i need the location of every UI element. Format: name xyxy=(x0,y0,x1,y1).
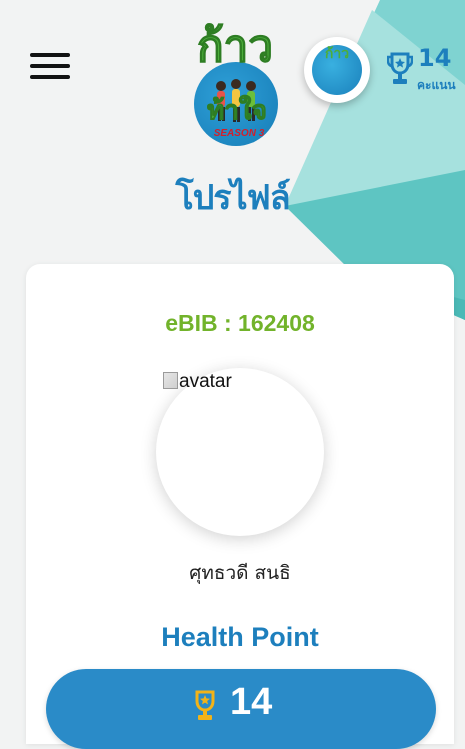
ebib-label: eBIB : 162408 xyxy=(165,310,315,336)
logo-title: ก้าว xyxy=(196,21,274,73)
health-point-badge: 14 xyxy=(46,669,436,749)
user-avatar-button[interactable]: ก้าว xyxy=(304,37,370,103)
score-unit-label: คะแนน xyxy=(417,78,456,92)
avatar-alt-text: avatar xyxy=(179,371,232,392)
logo-subtitle: ท้าใจ xyxy=(207,96,268,127)
profile-avatar xyxy=(156,368,324,536)
trophy-icon xyxy=(195,690,215,720)
page-title: โปรไฟล์ xyxy=(175,178,290,218)
health-point-title: Health Point xyxy=(161,622,319,652)
avatar-broken-image: avatar xyxy=(163,371,232,393)
menu-icon-line xyxy=(30,64,70,68)
broken-image-icon xyxy=(163,372,178,389)
score-value: 14 xyxy=(418,44,452,72)
hamburger-menu-button[interactable] xyxy=(28,50,72,80)
avatar-logo-text: ก้าว xyxy=(324,45,350,61)
app-logo[interactable]: ก้าว ท้าใจ SEASON 3 xyxy=(185,20,285,148)
health-point-value: 14 xyxy=(230,681,273,723)
logo-season: SEASON 3 xyxy=(213,128,265,139)
user-name: ศุทธวดี สนธิ xyxy=(189,562,291,584)
trophy-icon xyxy=(387,52,413,84)
menu-icon-line xyxy=(30,75,70,79)
menu-icon-line xyxy=(30,53,70,57)
